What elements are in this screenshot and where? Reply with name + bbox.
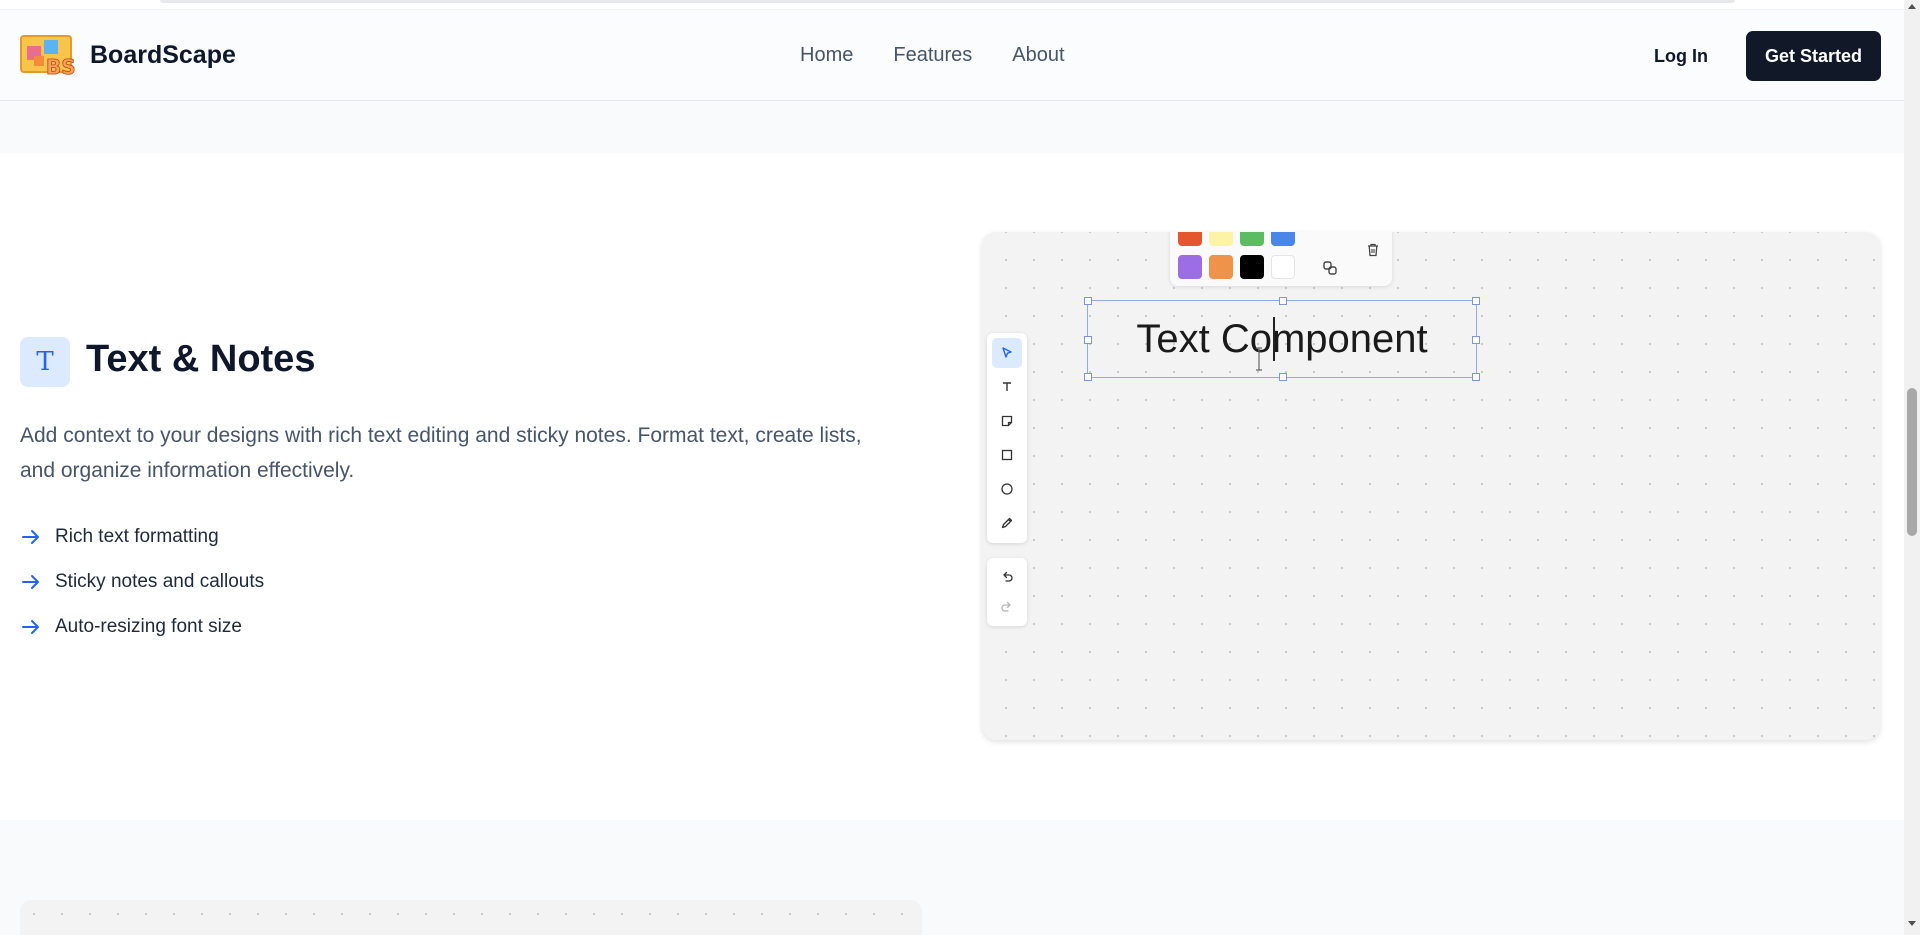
resize-handle-ne[interactable] xyxy=(1472,297,1480,305)
text-component-content[interactable]: Text Component xyxy=(1088,301,1476,377)
arrow-right-icon xyxy=(20,616,42,638)
feature-description: Add context to your designs with rich te… xyxy=(20,424,862,482)
page: BS BoardScape Home Features About Log In… xyxy=(0,0,1904,935)
resize-handle-s[interactable] xyxy=(1279,373,1287,381)
undo-icon[interactable] xyxy=(992,562,1022,592)
arrow-right-icon xyxy=(20,571,42,593)
canvas-toolbar xyxy=(987,333,1027,543)
bullet-text: Sticky notes and callouts xyxy=(55,570,265,592)
top-strip xyxy=(0,0,1904,10)
color-swatch-purple[interactable] xyxy=(1178,255,1202,279)
color-swatch-black[interactable] xyxy=(1240,255,1264,279)
get-started-button[interactable]: Get Started xyxy=(1746,31,1881,81)
text-caret xyxy=(1273,317,1275,361)
list-item: Auto-resizing font size xyxy=(20,604,264,649)
login-button[interactable]: Log In xyxy=(1654,46,1708,67)
list-item: Rich text formatting xyxy=(20,514,264,559)
next-section-canvas-preview xyxy=(20,900,922,935)
color-swatch-white[interactable] xyxy=(1271,255,1295,279)
trash-icon[interactable] xyxy=(1363,240,1383,260)
feature-bullets: Rich text formatting Sticky notes and ca… xyxy=(20,514,264,649)
resize-handle-n[interactable] xyxy=(1279,297,1287,305)
scroll-down-arrow-icon[interactable] xyxy=(1908,921,1916,926)
whiteboard-canvas[interactable]: Text Component xyxy=(982,232,1880,740)
list-item: Sticky notes and callouts xyxy=(20,559,264,604)
history-toolbar xyxy=(987,558,1027,626)
text-component[interactable]: Text Component xyxy=(1084,297,1480,381)
page-scrollbar[interactable] xyxy=(1904,0,1920,935)
text-T-icon: T xyxy=(20,337,70,387)
scroll-thumb[interactable] xyxy=(1907,388,1917,536)
resize-handle-nw[interactable] xyxy=(1084,297,1092,305)
site-header: BS BoardScape Home Features About Log In… xyxy=(0,10,1904,101)
feature-title: Text & Notes xyxy=(86,338,316,380)
section-divider-top xyxy=(0,101,1904,153)
arrow-right-icon xyxy=(20,526,42,548)
nav-features[interactable]: Features xyxy=(893,44,972,67)
redo-icon[interactable] xyxy=(992,592,1022,622)
resize-handle-sw[interactable] xyxy=(1084,373,1092,381)
sticky-note-icon[interactable] xyxy=(992,406,1022,436)
text-icon[interactable] xyxy=(992,372,1022,402)
ibeam-cursor-icon xyxy=(1254,347,1264,371)
link-icon[interactable] xyxy=(1320,258,1340,278)
rectangle-icon[interactable] xyxy=(992,440,1022,470)
color-swatch-green[interactable] xyxy=(1240,232,1264,246)
color-swatch-red[interactable] xyxy=(1178,232,1202,246)
brand-name[interactable]: BoardScape xyxy=(90,41,236,70)
color-swatch-orange[interactable] xyxy=(1209,255,1233,279)
color-palette-popover xyxy=(1170,232,1392,286)
resize-handle-e[interactable] xyxy=(1472,336,1480,344)
svg-text:BS: BS xyxy=(46,55,76,78)
pen-icon[interactable] xyxy=(992,508,1022,538)
main-nav: Home Features About xyxy=(800,44,1065,67)
color-swatch-yellow[interactable] xyxy=(1209,232,1233,246)
nav-home[interactable]: Home xyxy=(800,44,853,67)
ellipse-icon[interactable] xyxy=(992,474,1022,504)
bullet-text: Auto-resizing font size xyxy=(55,615,242,637)
resize-handle-w[interactable] xyxy=(1084,336,1092,344)
boardscape-logo-icon[interactable]: BS xyxy=(20,34,78,79)
resize-handle-se[interactable] xyxy=(1472,373,1480,381)
bullet-text: Rich text formatting xyxy=(55,525,219,547)
color-swatch-blue[interactable] xyxy=(1271,232,1295,246)
select-icon[interactable] xyxy=(992,338,1022,368)
nav-about[interactable]: About xyxy=(1012,44,1064,67)
scroll-up-arrow-icon[interactable] xyxy=(1908,4,1916,9)
